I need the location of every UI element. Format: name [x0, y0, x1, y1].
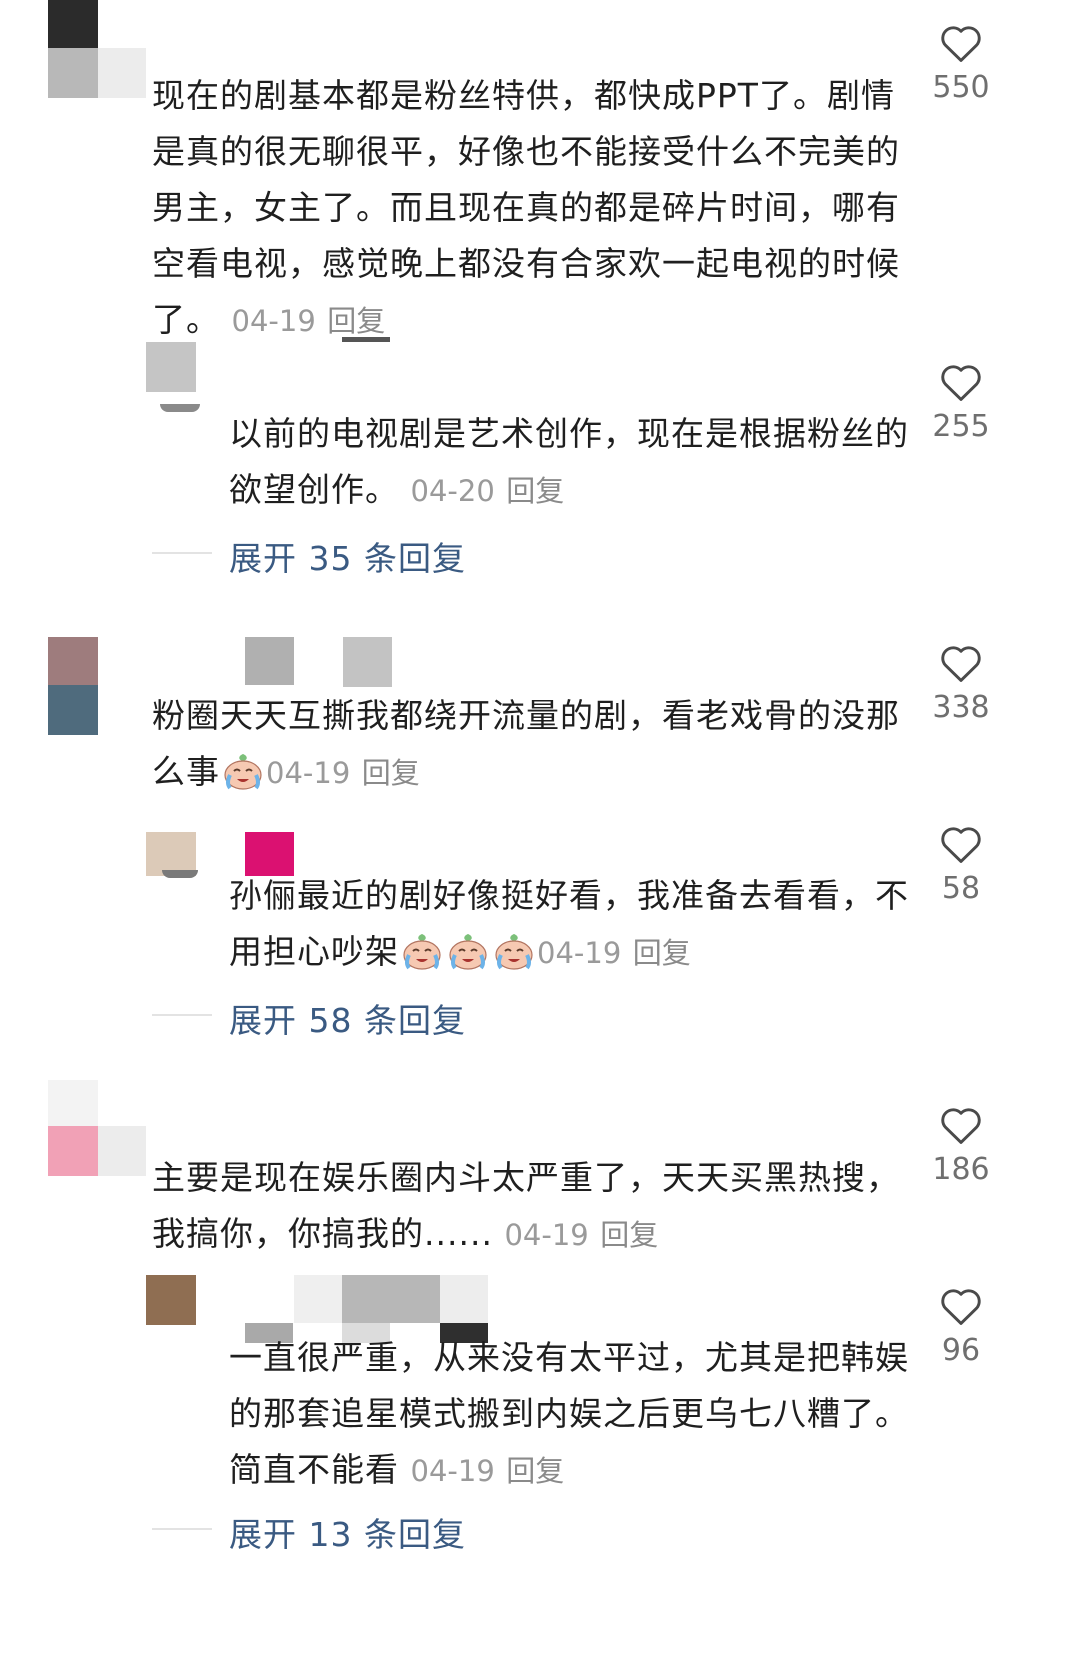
comment-date: 04-19: [537, 936, 622, 970]
like-button[interactable]: 58: [906, 823, 1016, 906]
comment-line: 欲望创作。: [229, 470, 399, 509]
divider: [152, 552, 212, 554]
comment-text: 以前的电视剧是艺术创作，现在是根据粉丝的 欲望创作。 04-20 回复: [229, 406, 909, 519]
like-count: 550: [932, 70, 990, 105]
reply-button[interactable]: 回复: [600, 1218, 658, 1252]
comment-line: 了。: [152, 300, 220, 339]
heart-icon: [941, 1289, 981, 1325]
comment-text: 一直很严重，从来没有太平过，尤其是把韩娱 的那套追星模式搬到内娱之后更乌七八糟了…: [229, 1330, 909, 1499]
comment-line: 男主，女主了。而且现在真的都是碎片时间，哪有: [152, 188, 900, 227]
comment-line: 一直很严重，从来没有太平过，尤其是把韩娱: [229, 1338, 909, 1377]
comment-line: 现在的剧基本都是粉丝特供，都快成PPT了。剧情: [152, 76, 895, 115]
like-button[interactable]: 186: [906, 1104, 1016, 1187]
like-count: 338: [932, 690, 990, 725]
comment-line: 用担心吵架: [229, 932, 399, 971]
like-count: 255: [932, 409, 990, 444]
comment-line: 简直不能看: [229, 1450, 399, 1489]
comment-line: 我搞你，你搞我的......: [152, 1214, 493, 1253]
comment-line: 空看电视，感觉晚上都没有合家欢一起电视的时候: [152, 244, 900, 283]
heart-icon: [941, 827, 981, 863]
crying-face-emoji: [224, 754, 262, 790]
reply-button[interactable]: 回复: [506, 1454, 564, 1488]
comment-date: 04-19: [231, 304, 316, 338]
comment-date: 04-19: [266, 756, 351, 790]
crying-face-emoji: [495, 934, 533, 970]
heart-icon: [941, 365, 981, 401]
comment-line: 主要是现在娱乐圈内斗太严重了，天天买黑热搜，: [152, 1158, 900, 1197]
comment-date: 04-19: [410, 1454, 495, 1488]
reply-button[interactable]: 回复: [327, 304, 385, 338]
divider: [152, 1528, 212, 1530]
heart-icon: [941, 1108, 981, 1144]
like-count: 58: [941, 871, 981, 906]
comment-line: 粉圈天天互撕我都绕开流量的剧，看老戏骨的没那: [152, 696, 900, 735]
crying-face-emoji: [403, 934, 441, 970]
like-button[interactable]: 550: [906, 22, 1016, 105]
comment-line: 么事: [152, 752, 220, 791]
comment-line: 孙俪最近的剧好像挺好看，我准备去看看，不: [229, 876, 909, 915]
comment-text: 孙俪最近的剧好像挺好看，我准备去看看，不 用担心吵架 04-19 回复: [229, 868, 909, 981]
comment-text: 粉圈天天互撕我都绕开流量的剧，看老戏骨的没那 么事 04-19 回复: [152, 688, 912, 801]
comment-date: 04-19: [504, 1218, 589, 1252]
expand-replies-button[interactable]: 展开 35 条回复: [229, 532, 466, 580]
expand-replies-button[interactable]: 展开 13 条回复: [229, 1508, 466, 1556]
like-button[interactable]: 96: [906, 1285, 1016, 1368]
heart-icon: [941, 26, 981, 62]
expand-replies-button[interactable]: 展开 58 条回复: [229, 994, 466, 1042]
reply-button[interactable]: 回复: [506, 474, 564, 508]
comment-text: 现在的剧基本都是粉丝特供，都快成PPT了。剧情 是真的很无聊很平，好像也不能接受…: [152, 68, 912, 349]
reply-button[interactable]: 回复: [362, 756, 420, 790]
crying-face-emoji: [449, 934, 487, 970]
like-count: 186: [932, 1152, 990, 1187]
comment-line: 是真的很无聊很平，好像也不能接受什么不完美的: [152, 132, 900, 171]
like-button[interactable]: 255: [906, 361, 1016, 444]
heart-icon: [941, 646, 981, 682]
comment-line: 的那套追星模式搬到内娱之后更乌七八糟了。: [229, 1394, 909, 1433]
comment-line: 以前的电视剧是艺术创作，现在是根据粉丝的: [229, 414, 909, 453]
comment-date: 04-20: [410, 474, 495, 508]
like-count: 96: [941, 1333, 981, 1368]
comment-text: 主要是现在娱乐圈内斗太严重了，天天买黑热搜， 我搞你，你搞我的...... 04…: [152, 1150, 912, 1263]
divider: [152, 1014, 212, 1016]
like-button[interactable]: 338: [906, 642, 1016, 725]
reply-button[interactable]: 回复: [633, 936, 691, 970]
